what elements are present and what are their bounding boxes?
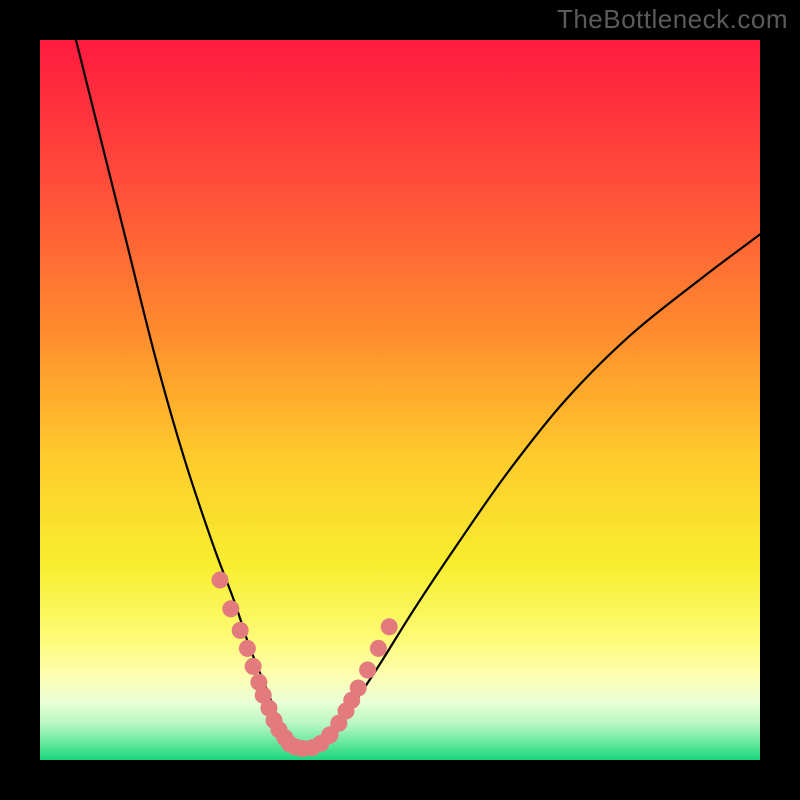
gradient-background [40,40,760,760]
bead-point [370,640,387,657]
bead-point [350,680,367,697]
bead-point [239,640,256,657]
plot-svg [40,40,760,760]
bead-point [381,618,398,635]
bead-point [222,600,239,617]
watermark-text: TheBottleneck.com [557,4,788,35]
bead-point [245,658,262,675]
bead-point [359,662,376,679]
bead-point [212,572,229,589]
plot-area [40,40,760,760]
bead-point [232,622,249,639]
chart-frame: TheBottleneck.com [0,0,800,800]
